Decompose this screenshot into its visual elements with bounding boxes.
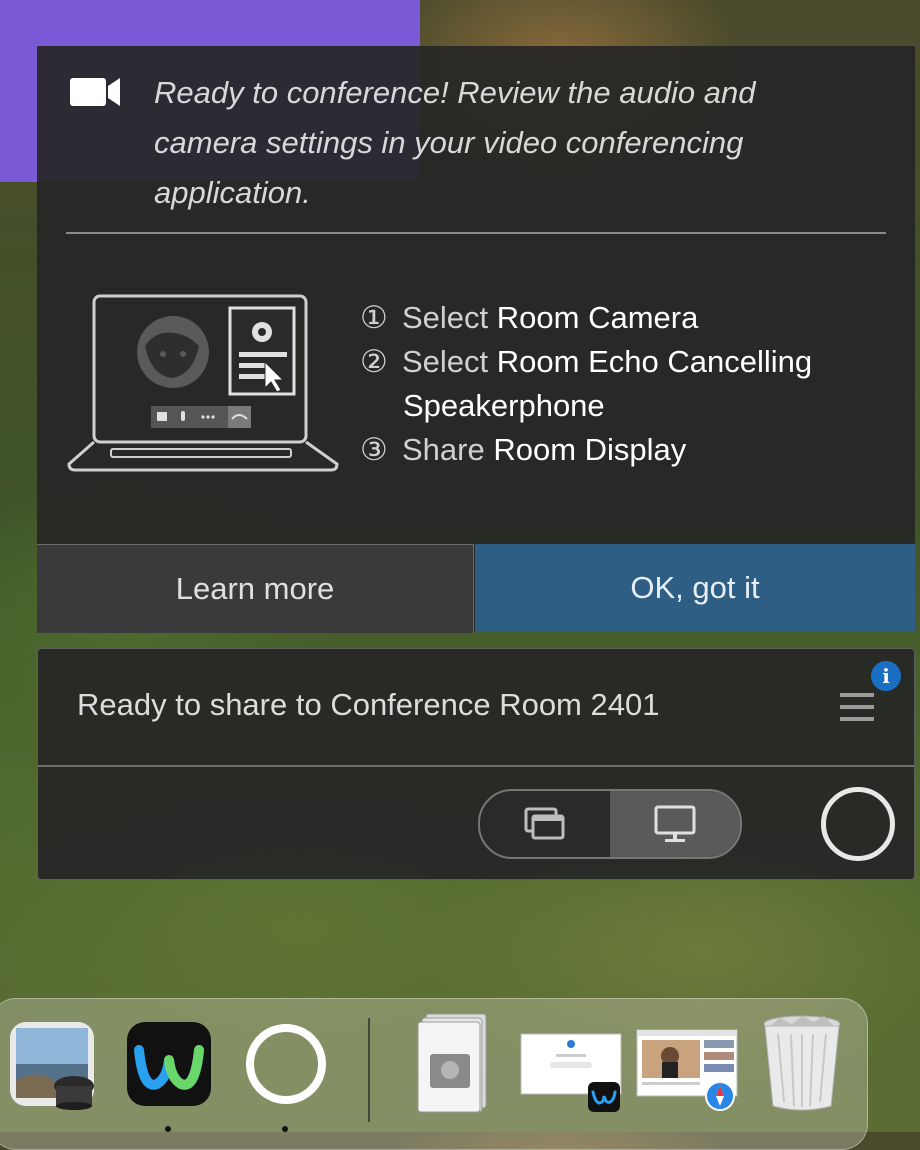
- screen-share-option[interactable]: [610, 791, 740, 857]
- circle-app-icon[interactable]: [242, 1020, 330, 1108]
- ok-got-it-button[interactable]: OK, got it: [475, 544, 915, 632]
- share-mode-toggle: [478, 789, 742, 859]
- info-badge-icon[interactable]: i: [871, 661, 901, 691]
- disk-utility-folder-icon[interactable]: [412, 1010, 496, 1114]
- laptop-conference-illustration: [67, 294, 339, 472]
- share-start-button[interactable]: [821, 787, 895, 861]
- trash-icon[interactable]: [758, 1010, 846, 1114]
- video-camera-icon: [70, 78, 120, 106]
- step-2-continuation: Speakerphone: [403, 388, 605, 423]
- popup-header: Ready to conference! Review the audio an…: [37, 46, 915, 234]
- webex-app-icon[interactable]: [125, 1020, 213, 1108]
- learn-more-button[interactable]: Learn more: [37, 544, 474, 633]
- running-indicator: [165, 1126, 171, 1132]
- step-1: ① Select Room Camera: [360, 300, 699, 335]
- window-share-option[interactable]: [480, 791, 610, 857]
- step-2: ② Select Room Echo Cancelling: [360, 344, 813, 379]
- popup-message: Ready to conference! Review the audio an…: [154, 75, 756, 210]
- share-divider: [38, 765, 914, 767]
- screen-share-icon: [654, 805, 696, 842]
- window-share-icon: [524, 807, 565, 840]
- dock-separator: [368, 1018, 370, 1122]
- step-3: ③ Share Room Display: [360, 432, 687, 467]
- webex-window-thumbnail[interactable]: [520, 1030, 624, 1114]
- preview-app-icon[interactable]: [8, 1020, 96, 1112]
- popup-divider: [66, 232, 886, 234]
- conference-tip-popup: Ready to conference! Review the audio an…: [37, 46, 915, 633]
- safari-window-thumbnail[interactable]: [636, 1028, 742, 1112]
- share-status-title: Ready to share to Conference Room 2401: [77, 687, 660, 722]
- running-indicator: [282, 1126, 288, 1132]
- popup-buttons: Learn more OK, got it: [37, 544, 915, 633]
- menu-icon[interactable]: [838, 691, 876, 723]
- setup-steps: ① Select Room Camera ② Select Room Echo Ca…: [360, 296, 812, 472]
- share-panel: Ready to share to Conference Room 2401 i: [37, 648, 915, 880]
